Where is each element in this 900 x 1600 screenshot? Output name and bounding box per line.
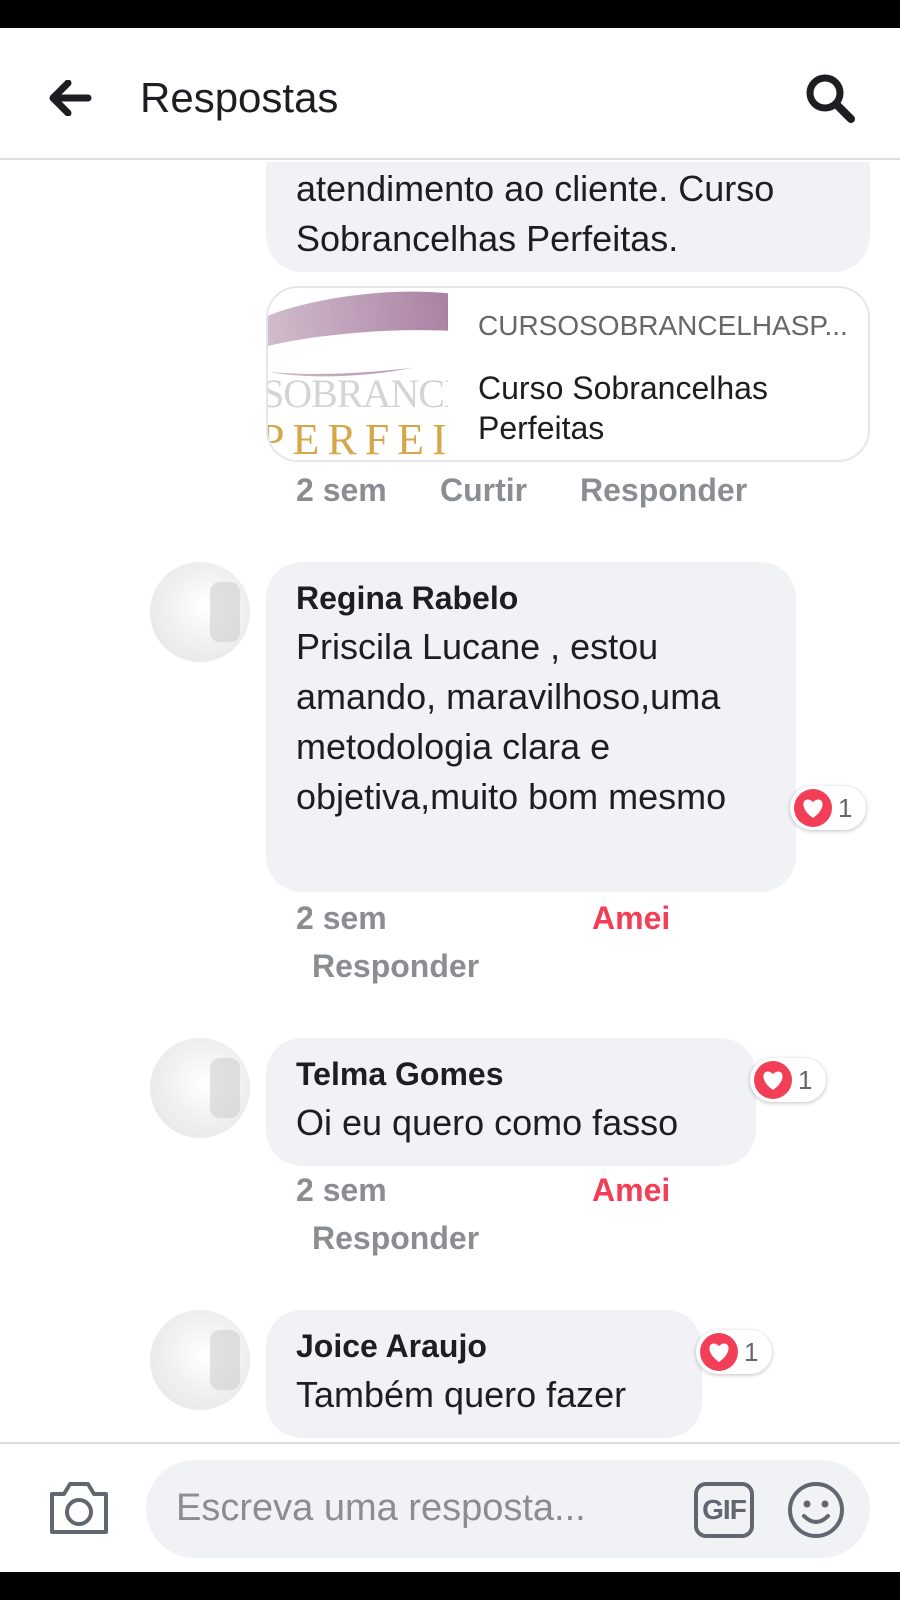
avatar[interactable]	[150, 1038, 250, 1138]
reply-bubble[interactable]: Telma Gomes Oi eu quero como fasso	[266, 1038, 756, 1166]
reaction-count: 1	[838, 792, 853, 823]
link-thumbnail: SOBRANCELHAS PERFEITAS	[268, 288, 448, 462]
gif-button[interactable]: GIF	[694, 1482, 754, 1538]
page-title: Respostas	[140, 74, 339, 121]
back-button[interactable]	[44, 72, 96, 124]
reply-button[interactable]: Responder	[312, 1218, 479, 1258]
heart-icon	[794, 789, 832, 827]
reaction-badge[interactable]: 1	[696, 1330, 773, 1374]
camera-icon	[50, 1482, 108, 1534]
camera-button[interactable]	[46, 1478, 112, 1538]
search-button[interactable]	[800, 68, 860, 128]
heart-icon	[754, 1061, 792, 1099]
reply-composer: GIF	[0, 1442, 900, 1572]
reaction-count: 1	[798, 1064, 813, 1095]
avatar[interactable]	[150, 562, 250, 662]
thumb-text: PERFEITAS	[268, 415, 448, 462]
comment-bubble[interactable]: atendimento ao cliente. Curso Sobrancelh…	[266, 162, 870, 272]
love-button[interactable]: Amei	[592, 1170, 670, 1210]
comment-text-line: atendimento ao cliente. Curso	[296, 168, 775, 209]
love-button[interactable]: Amei	[592, 898, 670, 938]
heart-icon	[700, 1333, 738, 1371]
arrow-left-icon	[49, 80, 92, 116]
like-button[interactable]: Curtir	[440, 470, 527, 510]
search-icon	[806, 74, 855, 123]
reply-text: Priscila Lucane , estou amando, maravilh…	[296, 626, 727, 817]
author-name[interactable]: Joice Araujo	[296, 1326, 487, 1366]
system-nav-bar	[0, 1572, 900, 1600]
comment-time: 2 sem	[296, 472, 387, 508]
replies-list: atendimento ao cliente. Curso Sobrancelh…	[0, 162, 900, 1442]
reply-button[interactable]: Responder	[312, 946, 479, 986]
link-domain: CURSOSOBRANCELHASP...	[478, 310, 848, 341]
reply-time: 2 sem	[296, 1172, 387, 1208]
reaction-badge[interactable]: 1	[750, 1058, 827, 1102]
reply-bubble[interactable]: Joice Araujo Também quero fazer	[266, 1310, 702, 1438]
reply-bubble[interactable]: Regina Rabelo Priscila Lucane , estou am…	[266, 562, 796, 892]
status-bar	[0, 0, 900, 28]
emoji-button[interactable]	[786, 1480, 846, 1540]
comment-text-line: Sobrancelhas Perfeitas.	[296, 218, 679, 259]
reaction-count: 1	[744, 1336, 759, 1367]
author-name[interactable]: Regina Rabelo	[296, 578, 518, 618]
thumb-text: SOBRANCELHAS	[268, 371, 448, 416]
author-name[interactable]: Telma Gomes	[296, 1054, 503, 1094]
reply-time: 2 sem	[296, 900, 387, 936]
reaction-badge[interactable]: 1	[790, 786, 867, 830]
link-title: Curso Sobrancelhas Perfeitas	[478, 370, 768, 446]
reply-text: Também quero fazer	[296, 1374, 627, 1415]
reply-button[interactable]: Responder	[580, 470, 747, 510]
reply-text: Oi eu quero como fasso	[296, 1102, 679, 1143]
avatar[interactable]	[150, 1310, 250, 1410]
top-app-bar: Respostas	[0, 28, 900, 160]
link-preview-card[interactable]: SOBRANCELHAS PERFEITAS CURSOSOBRANCELHAS…	[266, 286, 870, 462]
reply-input-container: GIF	[146, 1460, 870, 1558]
reply-input[interactable]	[176, 1480, 646, 1536]
smiley-icon	[788, 1482, 844, 1538]
